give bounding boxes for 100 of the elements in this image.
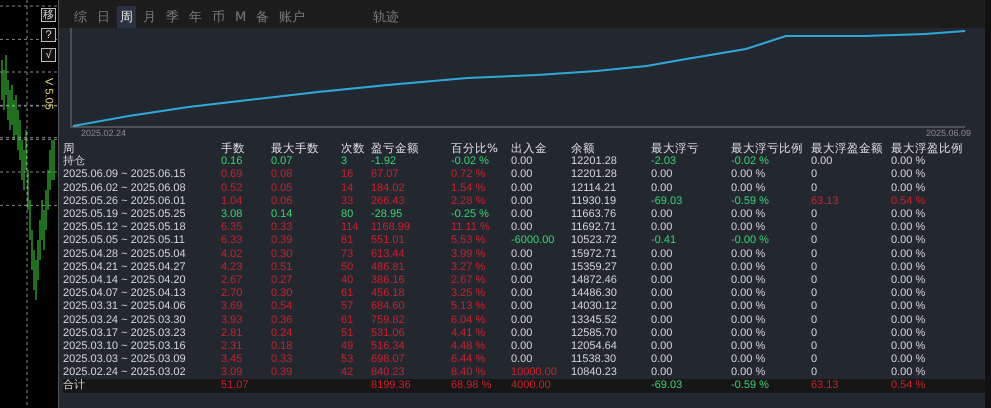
table-cell-text: 11930.19: [571, 194, 618, 208]
tab[interactable]: 轨迹: [370, 6, 402, 28]
table-cell-text: 12114.21: [571, 182, 618, 195]
table-cell-text: 0: [811, 300, 818, 314]
table-cell-text: 0.30: [271, 287, 294, 300]
tab[interactable]: M: [232, 6, 250, 28]
tab[interactable]: 月: [140, 6, 159, 28]
table-cell-text: 759.82: [371, 314, 406, 327]
table-cell-text: 0.00 %: [731, 287, 766, 300]
table-cell-text: 0: [811, 314, 818, 327]
tab[interactable]: 综: [71, 6, 90, 28]
table-cell-text: 0.00 %: [891, 168, 926, 182]
tab[interactable]: 季: [163, 6, 182, 28]
table-cell-text: 0.00 %: [891, 260, 926, 274]
table-cell-text: 11663.76: [571, 208, 618, 222]
table-cell-text: 14872.46: [571, 274, 618, 287]
column-header: 最大浮亏: [651, 142, 700, 156]
table-cell-text: 0.00 %: [731, 353, 766, 366]
table-cell-text: 0.33: [271, 221, 294, 234]
column-header: 最大浮盈比例: [891, 142, 964, 156]
table-cell-text: 114: [341, 221, 360, 234]
table-cell-text: 0.30: [271, 248, 294, 261]
table-cell-text: 0.00: [651, 300, 674, 314]
table-cell-text: 16: [341, 168, 354, 182]
table-cell-text: 6.35: [221, 221, 244, 234]
table-cell-text: 49: [341, 340, 354, 353]
table-cell-text: 0.00 %: [891, 340, 926, 353]
tab[interactable]: 账户: [276, 6, 308, 28]
table-cell-text: 0.00 %: [731, 260, 766, 274]
table-cell-text: 11538.30: [571, 353, 618, 366]
tab[interactable]: 币: [209, 6, 228, 28]
tab[interactable]: 备: [253, 6, 272, 28]
toolbar-button[interactable]: ?: [41, 28, 56, 42]
table-cell-text: -28.95: [371, 208, 404, 222]
table-cell-text: 3.25 %: [451, 287, 486, 300]
column-header: 手数: [221, 142, 246, 156]
table-cell-text: 50: [341, 260, 354, 274]
column-header: 次数: [341, 142, 366, 156]
table-cell-text: 3.08: [221, 208, 244, 222]
table-cell-text: 3.69: [221, 300, 244, 314]
table-cell-text: 0.00: [651, 326, 674, 340]
table-cell-text: 0.07: [271, 155, 294, 168]
table-cell-text: 0.00: [511, 155, 534, 168]
table-cell-text: 2.67: [221, 274, 244, 287]
table-cell-text: 613.44: [371, 248, 406, 261]
table-cell-text: 0.00 %: [891, 248, 926, 261]
table-cell-text: 8.40 %: [451, 366, 486, 380]
tab[interactable]: 年: [186, 6, 205, 28]
tab[interactable]: 日: [94, 6, 113, 28]
table-cell-text: 10840.23: [571, 366, 618, 380]
table-cell-text: 0.00 %: [891, 366, 926, 380]
column-header: 周: [63, 142, 75, 156]
table-cell-text: 0.00 %: [731, 366, 766, 380]
table-cell-text: 0: [811, 326, 818, 340]
table-cell-text: 2025.04.07 ~ 2025.04.13: [63, 287, 187, 300]
table-cell-text: 486.81: [371, 260, 406, 274]
table-cell-text: 0.00 %: [731, 340, 766, 353]
table-cell-text: 0.39: [271, 234, 294, 248]
table-cell-text: 0.00 %: [891, 326, 926, 340]
table-cell-text: 13345.52: [571, 314, 618, 327]
table-cell-text: 2025.06.02 ~ 2025.06.08: [63, 182, 187, 195]
table-cell-text: 3: [341, 155, 348, 168]
table-cell-text: 57: [341, 300, 354, 314]
toolbar-button[interactable]: 移: [41, 8, 56, 22]
table-cell-text: 10523.72: [571, 234, 618, 248]
table-cell-text: 1.54 %: [451, 182, 486, 195]
tab[interactable]: 周: [117, 6, 136, 28]
table-cell-text: 4.23: [221, 260, 244, 274]
table-cell-text: 0.00 %: [731, 326, 766, 340]
table-cell-text: 3.93: [221, 314, 244, 327]
table-cell-text: 0.00 %: [891, 208, 926, 222]
table-cell-text: 551.01: [371, 234, 406, 248]
table-cell-text: 2025.05.19 ~ 2025.05.25: [63, 208, 187, 222]
table-cell-text: 0.00 %: [731, 208, 766, 222]
table-cell-text: -0.02 %: [731, 155, 770, 168]
table-cell-text: 73: [341, 248, 354, 261]
table-cell-text: 0.00 %: [731, 274, 766, 287]
table-cell-text: 4.48 %: [451, 340, 486, 353]
table-cell-text: 0.00: [511, 340, 534, 353]
table-cell-text: 0: [811, 168, 818, 182]
table-cell-text: 11692.71: [571, 221, 618, 234]
table-cell-text: 2025.03.24 ~ 2025.03.30: [63, 314, 187, 327]
table-cell-text: 0.36: [271, 314, 294, 327]
table-cell-text: 0: [811, 221, 818, 234]
table-cell-text: 0.00: [511, 208, 534, 222]
table-cell-text: 0: [811, 182, 818, 195]
table-cell-text: 2025.04.14 ~ 2025.04.20: [63, 274, 187, 287]
table-cell-text: 0.00: [511, 274, 534, 287]
column-header: 百分比%: [451, 142, 499, 156]
column-header: 出入金: [511, 142, 548, 156]
table-cell-text: 6.44 %: [451, 353, 486, 366]
table-cell-text: 11.11 %: [451, 221, 491, 234]
table-cell-text: 2025.05.26 ~ 2025.06.01: [63, 194, 187, 208]
table-cell-text: 0.51: [271, 260, 294, 274]
table-cell-text: 531.06: [371, 326, 406, 340]
table-cell-text: 2025.02.24 ~ 2025.03.02: [63, 366, 187, 379]
table-cell-text: 0: [811, 366, 818, 380]
table-cell-text: 2025.05.12 ~ 2025.05.18: [63, 221, 187, 234]
toolbar-button[interactable]: √: [41, 48, 56, 62]
table-cell-text: 61: [341, 314, 354, 327]
